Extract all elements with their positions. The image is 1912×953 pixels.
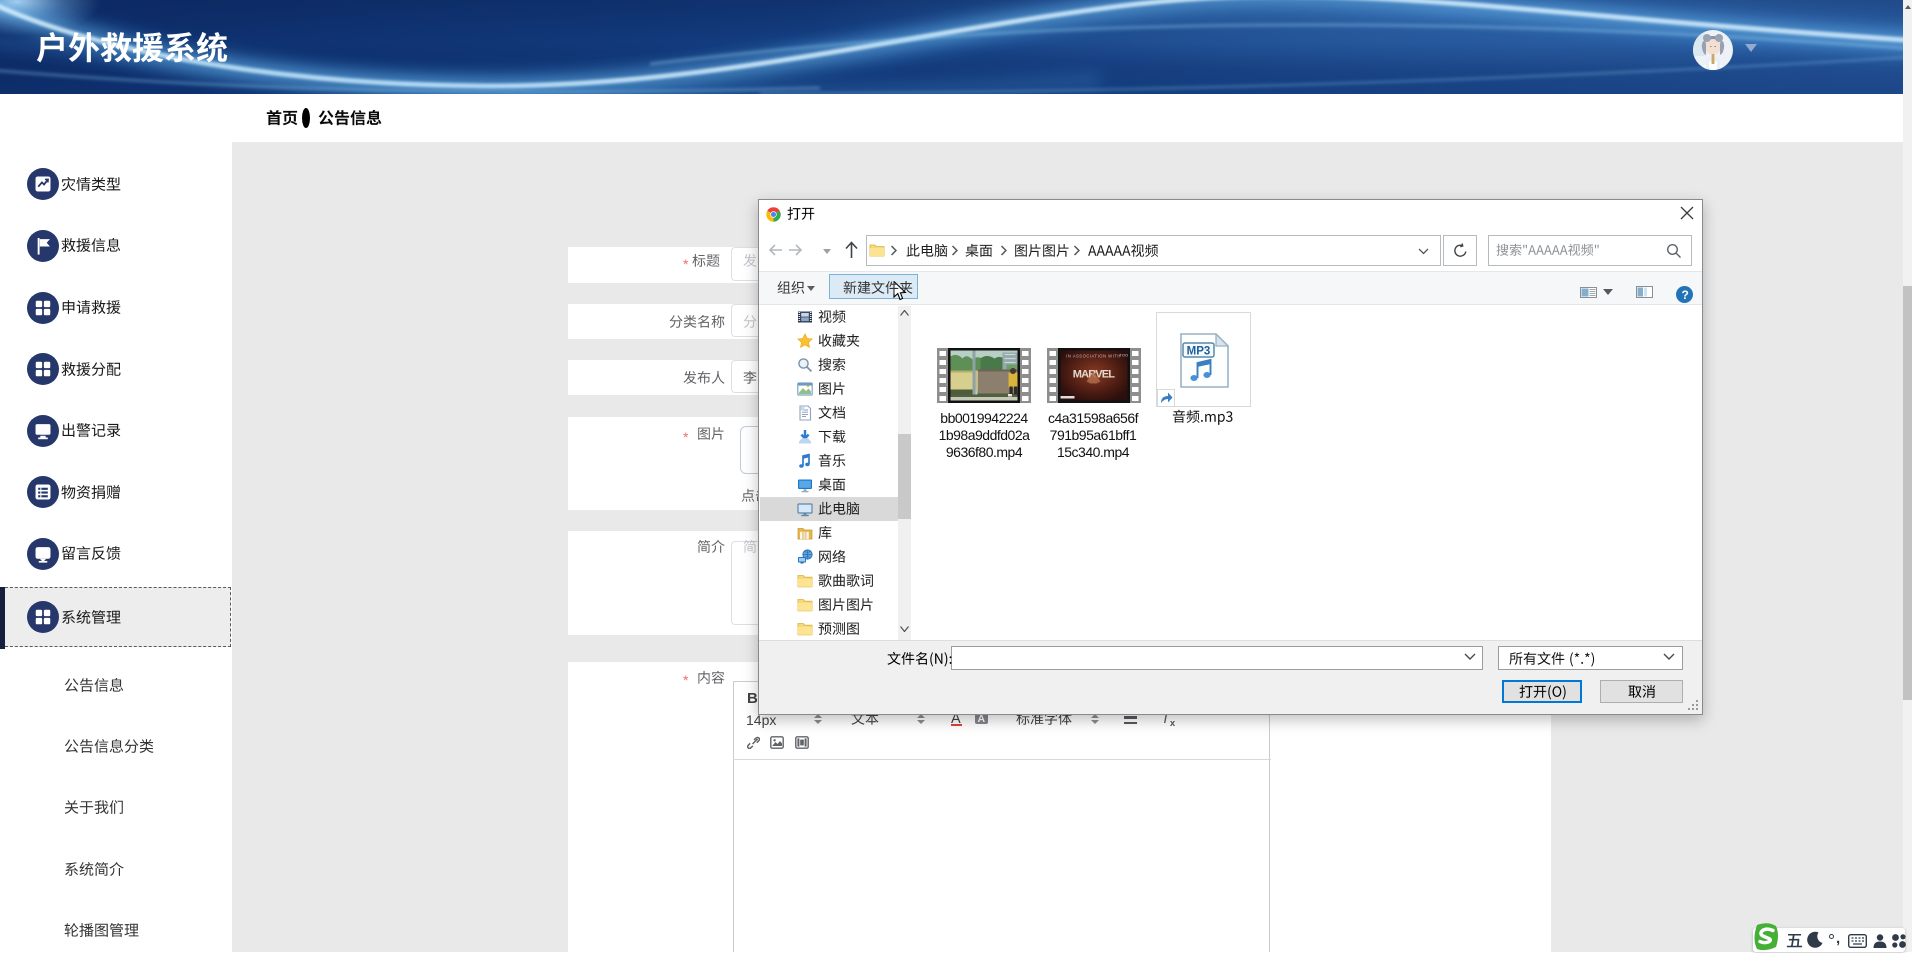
svg-text:TOO: TOO — [1120, 353, 1129, 358]
svg-text:IN ASSOCIATION WITH: IN ASSOCIATION WITH — [1066, 354, 1121, 359]
svg-text:MP3: MP3 — [1187, 346, 1211, 358]
